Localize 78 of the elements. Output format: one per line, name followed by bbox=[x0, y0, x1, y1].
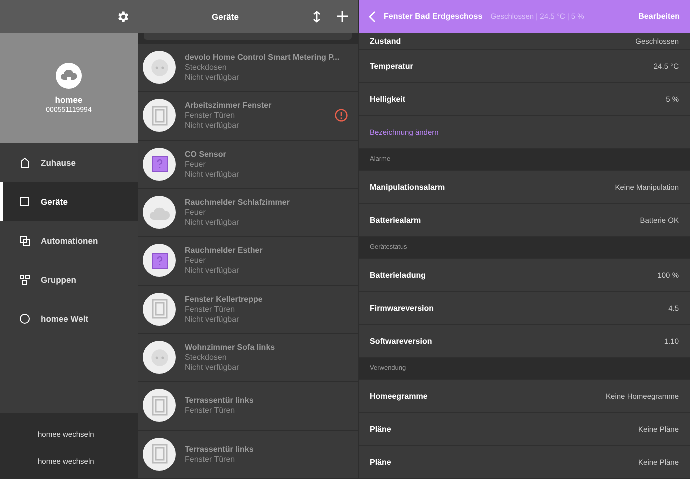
device-row[interactable]: Wohnzimmer Sofa links Steckdosen Nicht verfügbar bbox=[138, 334, 358, 382]
device-category: Steckdosen bbox=[185, 63, 228, 72]
device-status: Nicht verfügbar bbox=[185, 170, 240, 179]
device-row[interactable]: Arbeitszimmer Fenster Fenster Türen Nicht verfügbar bbox=[138, 92, 358, 141]
device-category: Fenster Türen bbox=[185, 406, 236, 416]
device-name: Terrassentür links bbox=[185, 444, 254, 454]
nav-label: Gruppen bbox=[41, 274, 76, 284]
device-name: devolo Home Control Smart Metering P... bbox=[185, 53, 340, 62]
device-name: Fenster Kellertreppe bbox=[185, 294, 263, 304]
property-label: Pläne bbox=[370, 424, 392, 434]
device-row[interactable]: devolo Home Control Smart Metering P... Steckdosen Nicht verfügbar bbox=[138, 44, 358, 92]
device-category: Fenster Türen bbox=[185, 454, 236, 464]
device-name: Arbeitszimmer Fenster bbox=[185, 101, 272, 110]
list-title: Geräte bbox=[211, 12, 240, 22]
property-label: Manipulationsalarm bbox=[370, 182, 446, 192]
window-icon bbox=[152, 106, 168, 126]
device-row[interactable]: Rauchmelder Esther Feuer Nicht verfügbar bbox=[138, 237, 358, 286]
socket-icon bbox=[150, 348, 170, 368]
property-label: Pläne bbox=[370, 458, 392, 466]
device-name: Rauchmelder Schlafzimmer bbox=[185, 198, 290, 208]
overlapping-squares-icon bbox=[19, 234, 31, 246]
nav-item[interactable]: Automationen bbox=[0, 221, 138, 260]
nav-item[interactable]: Zuhause bbox=[0, 143, 138, 182]
device-category: Steckdosen bbox=[185, 353, 228, 362]
window-icon bbox=[152, 299, 168, 320]
house-icon bbox=[19, 156, 31, 168]
sort-icon[interactable] bbox=[313, 10, 321, 22]
question-mark-icon bbox=[152, 252, 168, 269]
nav-item[interactable]: Geräte bbox=[0, 182, 138, 221]
device-title: Fenster Bad Erdgeschoss bbox=[384, 12, 483, 21]
device-row[interactable]: Fenster Kellertreppe Fenster Türen Nicht verfügbar bbox=[138, 286, 358, 334]
device-name: Wohnzimmer Sofa links bbox=[185, 343, 276, 352]
window-icon bbox=[152, 396, 168, 416]
nav-item[interactable]: homee Welt bbox=[0, 299, 138, 338]
add-icon[interactable] bbox=[337, 11, 348, 22]
property-label: Homeegramme bbox=[370, 392, 428, 400]
edit-button[interactable]: Bearbeiten bbox=[638, 12, 680, 21]
cloud-house-icon bbox=[56, 62, 82, 88]
device-row[interactable]: Rauchmelder Schlafzimmer Feuer Nicht verfügbar bbox=[138, 188, 358, 238]
device-name: Terrassentür links bbox=[185, 396, 254, 406]
device-category: Feuer bbox=[185, 160, 207, 169]
nav-label: Zuhause bbox=[41, 158, 76, 168]
hub-name: homee bbox=[55, 94, 83, 104]
question-mark-icon bbox=[152, 156, 168, 172]
nav-label: Geräte bbox=[41, 196, 68, 206]
circle-icon bbox=[19, 312, 31, 324]
property-label: Firmwareversion bbox=[370, 304, 434, 312]
device-row[interactable]: Terrassentür links Fenster Türen bbox=[138, 382, 358, 431]
device-name: Rauchmelder Esther bbox=[185, 246, 263, 256]
device-status: Nicht verfügbar bbox=[185, 121, 240, 130]
device-status: Nicht verfügbar bbox=[185, 314, 240, 324]
device-category: Feuer bbox=[185, 208, 207, 218]
device-name: CO Sensor bbox=[185, 150, 226, 159]
grid-icon bbox=[19, 274, 31, 286]
property-label: Temperatur bbox=[370, 62, 414, 70]
device-status: Nicht verfügbar bbox=[185, 266, 240, 276]
settings-icon[interactable] bbox=[116, 10, 130, 24]
device-row[interactable]: Terrassentür links Fenster Türen bbox=[138, 430, 358, 479]
device-status: Nicht verfügbar bbox=[185, 73, 240, 82]
property-label: Helligkeit bbox=[370, 94, 406, 104]
nav-label: Automationen bbox=[41, 236, 98, 246]
property-label: Zustand bbox=[370, 36, 402, 46]
device-row[interactable]: CO Sensor Feuer Nicht verfügbar bbox=[138, 140, 358, 189]
device-category: Feuer bbox=[185, 256, 207, 266]
property-label: Batterieladung bbox=[370, 270, 426, 280]
socket-icon bbox=[150, 58, 170, 78]
property-label: Batteriealarm bbox=[370, 216, 422, 224]
device-category: Fenster Türen bbox=[185, 304, 236, 314]
device-status: Nicht verfügbar bbox=[185, 218, 240, 228]
device-category: Fenster Türen bbox=[185, 111, 236, 120]
property-label: Softwareversion bbox=[370, 336, 432, 346]
nav-item[interactable]: Gruppen bbox=[0, 260, 138, 299]
nav-label: homee Welt bbox=[41, 314, 89, 324]
back-icon[interactable] bbox=[369, 10, 376, 22]
window-icon bbox=[152, 444, 168, 464]
device-status: Nicht verfügbar bbox=[185, 363, 240, 372]
search-field[interactable] bbox=[144, 33, 352, 40]
square-icon bbox=[19, 196, 31, 208]
